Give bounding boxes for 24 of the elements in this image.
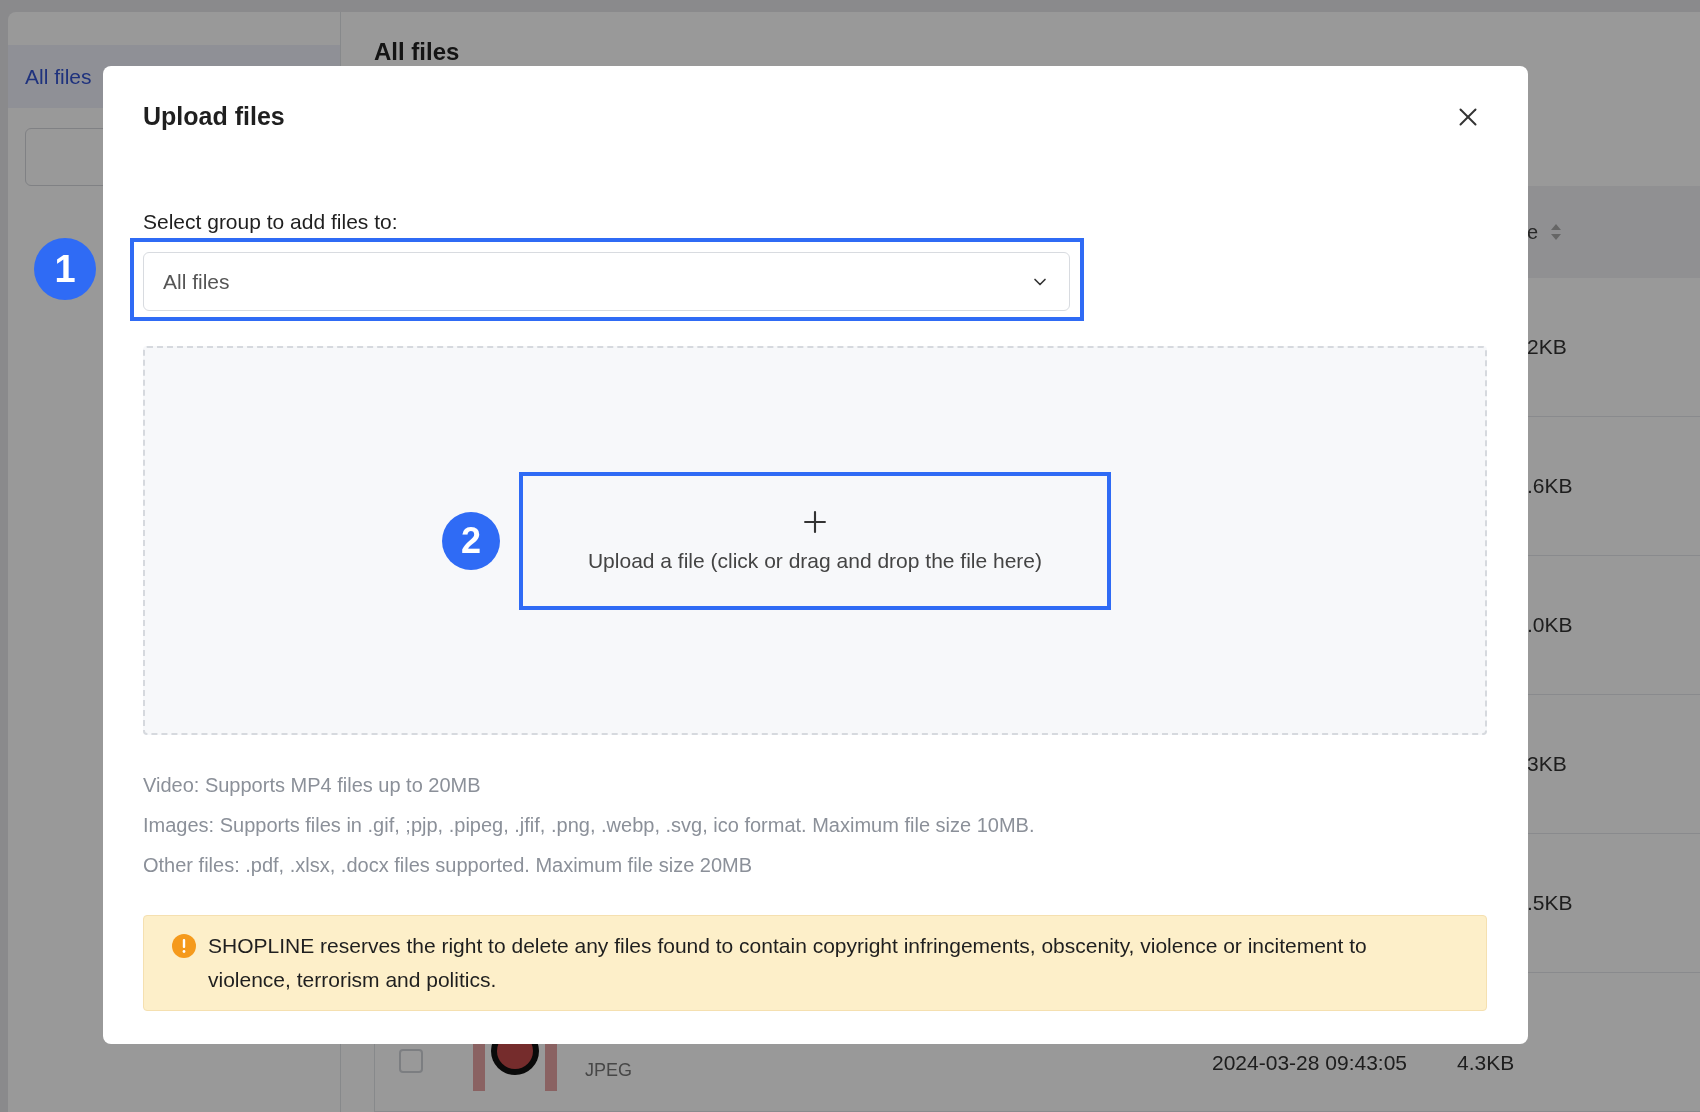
warning-icon xyxy=(172,934,196,958)
file-size: 2KB xyxy=(1527,334,1567,361)
upload-date: 2024-03-28 09:43:05 xyxy=(1212,1050,1407,1076)
row-checkbox[interactable] xyxy=(399,1049,423,1073)
step-number-badge: 2 xyxy=(442,511,500,570)
warning-text: SHOPLINE reserves the right to delete any files found to contain copyright infringements, obscenity, violence or incitement to violence, terrorism and politics. xyxy=(208,933,1368,993)
group-select[interactable]: All files xyxy=(143,252,1070,311)
format-note: Video: Supports MP4 files up to 20MB xyxy=(143,773,482,798)
file-size: .6KB xyxy=(1527,473,1573,500)
format-note: Other files: .pdf, .xlsx, .docx files supported. Maximum file size 20MB xyxy=(143,853,754,878)
sort-icon xyxy=(1550,222,1563,242)
file-size: 4.3KB xyxy=(1457,1050,1515,1076)
field-label: Select group to add files to: xyxy=(143,209,399,235)
sidebar-tab[interactable]: All files xyxy=(25,60,92,93)
column-header: e xyxy=(1527,220,1539,245)
file-size: .0KB xyxy=(1527,612,1573,639)
file-size: 3KB xyxy=(1527,751,1567,778)
upload-prompt: Upload a file (click or drag and drop the file here) xyxy=(587,547,1043,574)
file-size: .5KB xyxy=(1527,890,1573,917)
format-note: Images: Supports files in .gif, ;pjp, .pipeg, .jfif, .png, .webp, .svg, ico format. Maximum file size 10MB. xyxy=(143,813,1036,838)
drop-zone[interactable]: 2 Upload a file (click or drag and drop the file here) xyxy=(143,346,1487,735)
page-heading: All files xyxy=(374,40,460,64)
dialog-title: Upload files xyxy=(143,101,285,133)
file-type: JPEG xyxy=(585,1059,632,1082)
